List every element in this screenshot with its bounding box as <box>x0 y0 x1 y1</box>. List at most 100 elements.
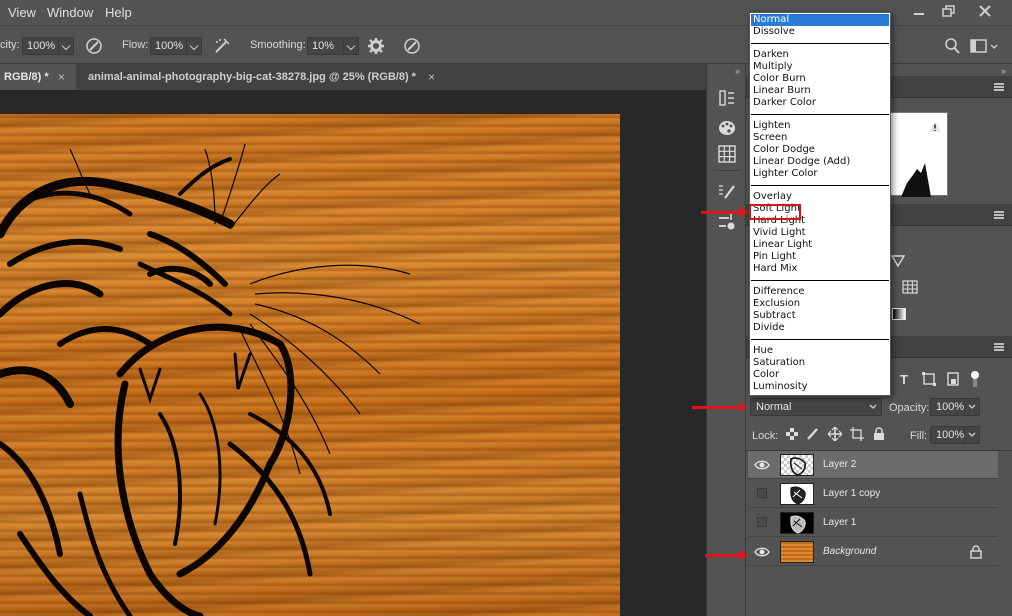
close-icon[interactable] <box>972 2 998 20</box>
panel-menu-icon[interactable] <box>994 211 1004 219</box>
fill-slider-dropdown[interactable] <box>964 426 980 444</box>
blend-option-lighter-color[interactable]: Lighter Color <box>751 168 889 180</box>
blend-option-divide[interactable]: Divide <box>751 322 889 334</box>
blend-option-color-dodge[interactable]: Color Dodge <box>751 144 889 156</box>
blend-option-linear-burn[interactable]: Linear Burn <box>751 85 889 97</box>
tab-document-2[interactable]: animal-animal-photography-big-cat-38278.… <box>76 64 444 90</box>
swatches-grid-icon[interactable] <box>717 144 737 164</box>
restore-icon[interactable] <box>936 2 962 20</box>
brush-preset-icon[interactable] <box>717 182 737 202</box>
canvas-area[interactable] <box>0 90 706 616</box>
menu-view[interactable]: View <box>8 5 36 20</box>
layer-name[interactable]: Background <box>823 546 876 557</box>
minimize-icon[interactable] <box>906 2 932 20</box>
menu-help[interactable]: Help <box>105 5 132 20</box>
panel-icon-strip: » <box>706 64 746 616</box>
visibility-eye-icon[interactable] <box>754 458 770 472</box>
blend-option-lighten[interactable]: Lighten <box>751 120 889 132</box>
blend-option-hue[interactable]: Hue <box>751 345 889 357</box>
layer-row-background[interactable]: Background <box>748 538 998 566</box>
opacity-dropdown[interactable] <box>58 37 74 55</box>
annotation-arrow-background <box>705 550 748 560</box>
blend-group-separator <box>751 43 889 44</box>
tab-close-icon[interactable]: × <box>58 70 65 84</box>
tab-close-icon[interactable]: × <box>428 70 435 84</box>
flow-dropdown[interactable] <box>186 37 202 55</box>
layer-blend-mode-select[interactable]: Normal <box>750 398 882 416</box>
shape-filter-icon[interactable] <box>922 372 936 389</box>
lock-all-icon[interactable] <box>873 427 885 444</box>
blend-option-overlay[interactable]: Overlay <box>751 191 889 203</box>
blend-option-screen[interactable]: Screen <box>751 132 889 144</box>
flow-label: Flow: <box>122 39 149 51</box>
pressure-opacity-icon[interactable] <box>84 36 104 56</box>
blend-option-difference[interactable]: Difference <box>751 286 889 298</box>
channel-mixer-grid-icon[interactable] <box>902 280 918 297</box>
visibility-toggle-off[interactable] <box>757 488 767 498</box>
flow-input[interactable]: 100% <box>150 37 188 55</box>
layer-row-layer-1-copy[interactable]: Layer 1 copy <box>748 480 998 508</box>
document-canvas[interactable] <box>0 114 620 616</box>
opacity-input[interactable]: 100% <box>22 37 60 55</box>
lock-transparency-icon[interactable] <box>786 428 798 443</box>
blend-option-luminosity[interactable]: Luminosity <box>751 381 889 393</box>
blend-option-darker-color[interactable]: Darker Color <box>751 97 889 109</box>
tab-document-1[interactable]: RGB/8) * × <box>0 64 76 90</box>
lock-pixels-icon[interactable] <box>806 427 820 444</box>
layer-thumbnail <box>780 541 814 563</box>
blend-option-vivid-light[interactable]: Vivid Light <box>751 227 889 239</box>
blend-option-darken[interactable]: Darken <box>751 49 889 61</box>
blend-option-multiply[interactable]: Multiply <box>751 61 889 73</box>
layer-row-layer-2[interactable]: Layer 2 <box>748 451 998 479</box>
blend-option-normal[interactable]: Normal <box>751 14 889 26</box>
history-icon[interactable] <box>717 88 737 108</box>
panel-menu-icon[interactable] <box>994 83 1004 91</box>
type-filter-icon[interactable]: T <box>900 372 908 387</box>
opacity-label: Opacity: <box>889 402 930 414</box>
airbrush-icon[interactable] <box>212 36 232 56</box>
layer-fill-input[interactable]: 100% <box>930 426 966 444</box>
triangle-adjustment-icon[interactable] <box>890 254 906 271</box>
blend-option-subtract[interactable]: Subtract <box>751 310 889 322</box>
workspace-icon[interactable] <box>970 36 998 56</box>
blend-option-hard-mix[interactable]: Hard Mix <box>751 263 889 275</box>
collapse-icon[interactable]: » <box>735 66 740 76</box>
smoothing-input[interactable]: 10% <box>307 37 345 55</box>
opacity-label: city: <box>0 39 20 51</box>
layer-name[interactable]: Layer 1 copy <box>823 488 880 499</box>
clone-source-icon[interactable] <box>717 212 737 232</box>
blend-option-dissolve[interactable]: Dissolve <box>751 26 889 38</box>
blend-option-exclusion[interactable]: Exclusion <box>751 298 889 310</box>
blend-option-linear-dodge-add[interactable]: Linear Dodge (Add) <box>751 156 889 168</box>
smoothing-dropdown[interactable] <box>343 37 359 55</box>
color-palette-icon[interactable] <box>717 118 737 138</box>
filter-toggle-icon[interactable] <box>970 370 980 391</box>
lock-position-icon[interactable] <box>827 426 843 444</box>
layer-row-layer-1[interactable]: Layer 1 <box>748 509 998 537</box>
panel-menu-icon[interactable] <box>994 343 1004 351</box>
opacity-slider-dropdown[interactable] <box>964 398 980 416</box>
visibility-eye-icon[interactable] <box>754 545 770 559</box>
expand-panels-icon[interactable]: » <box>1001 66 1006 76</box>
blend-option-color-burn[interactable]: Color Burn <box>751 73 889 85</box>
layer-name[interactable]: Layer 2 <box>823 459 856 470</box>
gear-icon[interactable] <box>366 36 386 56</box>
warning-icon[interactable] <box>928 120 942 136</box>
visibility-toggle-off[interactable] <box>757 517 767 527</box>
layer-opacity-input[interactable]: 100% <box>930 398 966 416</box>
blend-option-linear-light[interactable]: Linear Light <box>751 239 889 251</box>
blend-mode-value: Normal <box>756 401 792 413</box>
blend-option-pin-light[interactable]: Pin Light <box>751 251 889 263</box>
document-tabs: RGB/8) * × animal-animal-photography-big… <box>0 64 706 90</box>
layer-name[interactable]: Layer 1 <box>823 517 856 528</box>
blend-option-color[interactable]: Color <box>751 369 889 381</box>
layer-lock-icon[interactable] <box>970 545 982 562</box>
pressure-size-icon[interactable] <box>402 36 422 56</box>
gradient-map-icon[interactable] <box>892 308 906 320</box>
search-icon[interactable] <box>942 36 962 56</box>
blend-option-saturation[interactable]: Saturation <box>751 357 889 369</box>
smart-object-filter-icon[interactable] <box>946 372 960 389</box>
layer-thumbnail <box>780 483 814 505</box>
menu-window[interactable]: Window <box>47 5 93 20</box>
lock-artboard-icon[interactable] <box>850 427 864 444</box>
